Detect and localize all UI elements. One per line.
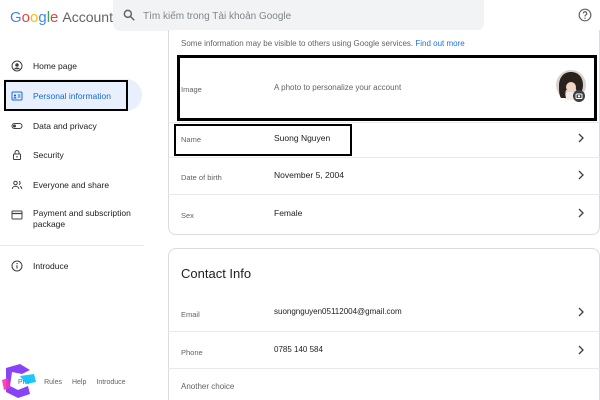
logo-account-text: Account [62,9,113,25]
visibility-notice: Some information may be visible to other… [181,39,465,48]
phone-label: Phone [181,348,203,357]
footer-rules-link[interactable]: Rules [44,379,62,386]
sidebar-item-home[interactable]: Home page [0,52,140,80]
help-icon[interactable] [578,8,592,22]
dob-value: November 5, 2004 [274,170,344,180]
another-choice-row[interactable]: Another choice [168,372,600,400]
sidebar-item-security[interactable]: Security [0,141,140,169]
lock-icon [13,150,21,160]
sidebar-item-data-privacy[interactable]: Data and privacy [0,112,140,140]
sidebar-item-sharing[interactable]: Everyone and share [0,171,140,199]
sidebar-divider [0,245,144,246]
email-value: suongnguyen05112004@gmail.com [274,307,402,316]
phone-row[interactable]: Phone 0785 140 584 [168,335,600,367]
chevron-right-icon [578,170,584,180]
sidebar-item-payments[interactable]: Payment and subscription package [0,206,140,236]
info-icon [11,260,23,272]
app-header: Google Account [0,0,600,32]
search-bar[interactable] [113,0,484,31]
sidebar-item-label: Payment and subscription package [33,208,131,229]
search-input[interactable] [143,6,473,26]
sidebar-item-label: Security [33,149,64,160]
row-divider [168,368,600,369]
footer-help-link[interactable]: Help [72,379,86,386]
footer-introduce-link[interactable]: Introduce [96,379,125,386]
row-divider [168,157,600,158]
name-row-annotation-box [174,124,352,156]
dob-row[interactable]: Date of birth November 5, 2004 [168,160,600,192]
id-card-icon [11,91,23,101]
image-row-annotation-box [177,55,597,121]
row-divider [168,194,600,195]
logo-google-text: Google [10,9,59,26]
chevron-right-icon [578,345,584,355]
sidebar-item-label: Personal information [33,90,111,101]
sex-row[interactable]: Sex Female [168,197,600,229]
chevron-right-icon [578,307,584,317]
sidebar-item-personal-information[interactable]: Personal information [0,82,140,110]
chevron-right-icon [578,208,584,218]
search-icon [123,9,135,21]
account-circle-icon [11,60,23,72]
phone-value: 0785 140 584 [274,345,323,354]
watermark-logo [2,364,36,398]
sidebar-item-label: Home page [33,60,77,71]
people-icon [11,180,23,190]
credit-card-icon [11,210,23,220]
sidebar-item-label: Data and privacy [33,120,97,131]
toggle-icon [11,123,23,129]
another-choice-label: Another choice [181,382,235,391]
visibility-notice-text: Some information may be visible to other… [181,39,414,48]
chevron-right-icon [578,133,584,143]
email-label: Email [181,310,200,319]
sex-value: Female [274,208,303,218]
contact-info-title: Contact Info [181,266,252,281]
find-out-more-link[interactable]: Find out more [415,39,464,48]
google-account-logo[interactable]: Google Account [10,8,113,27]
sidebar-item-label: Introduce [33,260,69,271]
dob-label: Date of birth [181,173,222,182]
sex-label: Sex [181,211,194,220]
row-divider [168,122,600,123]
sidebar-item-about[interactable]: Introduce [0,252,140,280]
sidebar-item-label: Everyone and share [33,179,110,190]
row-divider [168,331,600,332]
email-row[interactable]: Email suongnguyen05112004@gmail.com [168,298,600,330]
